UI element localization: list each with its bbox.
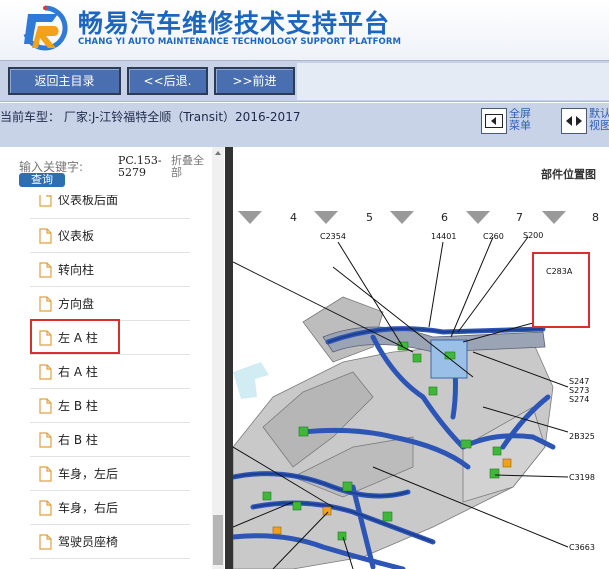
document-icon [39,431,52,448]
document-icon [39,261,52,278]
document-icon [39,465,52,482]
fullscreen-menu-label: 全屏菜单 [509,108,531,132]
app-title: 畅易汽车维修技术支持平台 [78,9,391,38]
connector-label: 2B325 [569,432,595,441]
default-view-label: 默认视图 [589,108,609,132]
connector-label: C3663 [569,543,595,552]
document-icon [39,397,52,414]
tree-item[interactable]: 仪表板 [30,219,190,253]
forward-button[interactable]: >>前进 [214,67,295,95]
expand-arrows-icon [481,108,507,134]
tree-item-label: 转向柱 [58,263,95,277]
diagram-title: 部件位置图 [541,168,596,181]
tree-item-selected[interactable]: 左 A 柱 [30,321,190,355]
nav-bar-filler [297,63,609,100]
component-tree: 仪表板后面 仪表板 转向柱 方向盘 左 A 柱 右 A 柱 左 B 柱 右 B [30,195,190,569]
vehicle-info-bar: 当前车型： 厂家:J-江铃福特全顺（Transit）2016-2017 全屏菜单… [0,103,609,147]
tree-item-label: 仪表板 [58,229,95,243]
grid-tick-label: 7 [516,211,523,224]
tree-item[interactable]: 驾驶员座椅 [30,525,190,559]
default-view-button[interactable]: 默认视图 [561,108,609,134]
document-icon [39,195,52,207]
grid-tick-label: 5 [366,211,373,224]
tree-item[interactable]: 左 B 柱 [30,389,190,423]
changyi-logo-icon [23,5,68,51]
tree-item-label: 右 A 柱 [58,365,98,379]
collapse-all-button[interactable]: 折叠全部 [171,155,211,179]
tree-item[interactable]: 车身，左后 [30,457,190,491]
connector-label: S274 [569,395,590,404]
document-icon [39,499,52,516]
grid-tick-label: 8 [592,211,599,224]
tree-item[interactable]: 车身，右后 [30,491,190,525]
pc-code-label: PC.153-5279 [118,154,162,179]
tree-item[interactable]: 转向柱 [30,253,190,287]
tree-item-label: 仪表板后面 [58,195,119,207]
document-icon [39,363,52,380]
tree-item-label: 右 B 柱 [58,433,98,447]
tree-item-label: 左 B 柱 [58,399,98,413]
app-header: 畅易汽车维修技术支持平台 CHANG YI AUTO MAINTENANCE T… [0,0,609,60]
nav-bar: 返回主目录 <<后退. >>前进 [0,60,609,102]
connector-label: S200 [523,231,544,240]
current-vehicle-label: 当前车型： 厂家:J-江铃福特全顺（Transit）2016-2017 [0,110,301,124]
connector-label: C260 [483,232,504,241]
fullscreen-menu-button[interactable]: 全屏菜单 [481,108,535,134]
connector-label: S273 [569,386,590,395]
connector-label: C3198 [569,473,595,482]
tree-item[interactable]: 右 B 柱 [30,423,190,457]
sidebar-scrollbar[interactable] [212,147,224,569]
tree-item[interactable]: 仪表板后面 [30,195,190,219]
document-icon [39,295,52,312]
wiring-diagram-view[interactable]: 部件位置图 4 5 6 7 8 C2354 14401 C260 S200 C2… [233,147,609,569]
search-button[interactable]: 查询 [19,173,65,187]
grid-tick-label: 6 [441,211,448,224]
tree-item-label: 车身，右后 [58,501,119,515]
home-button[interactable]: 返回主目录 [8,67,121,95]
connector-label: S247 [569,377,590,386]
document-icon [39,533,52,550]
back-button[interactable]: <<后退. [127,67,208,95]
tree-item-label: 方向盘 [58,297,95,311]
tree-item[interactable]: 方向盘 [30,287,190,321]
tree-item-label: 驾驶员座椅 [58,535,119,549]
connector-label: C2354 [320,232,346,241]
panel-divider[interactable] [225,147,233,569]
grid-tick-label: 4 [290,211,297,224]
document-icon [39,329,52,346]
fit-view-icon [561,108,587,134]
app-subtitle: CHANG YI AUTO MAINTENANCE TECHNOLOGY SUP… [78,37,402,47]
tree-item-label: 左 A 柱 [58,331,98,345]
connector-label: 14401 [431,232,457,241]
tree-item-label: 车身，左后 [58,467,119,481]
scroll-up-arrow-icon[interactable] [215,151,221,155]
sidebar: 输入关键字: 查询 PC.153-5279 折叠全部 仪表板后面 仪表板 转向柱… [0,147,225,569]
document-icon [39,227,52,244]
connector-highlight-box [532,252,590,328]
tree-item[interactable]: 右 A 柱 [30,355,190,389]
scrollbar-thumb[interactable] [213,515,223,565]
